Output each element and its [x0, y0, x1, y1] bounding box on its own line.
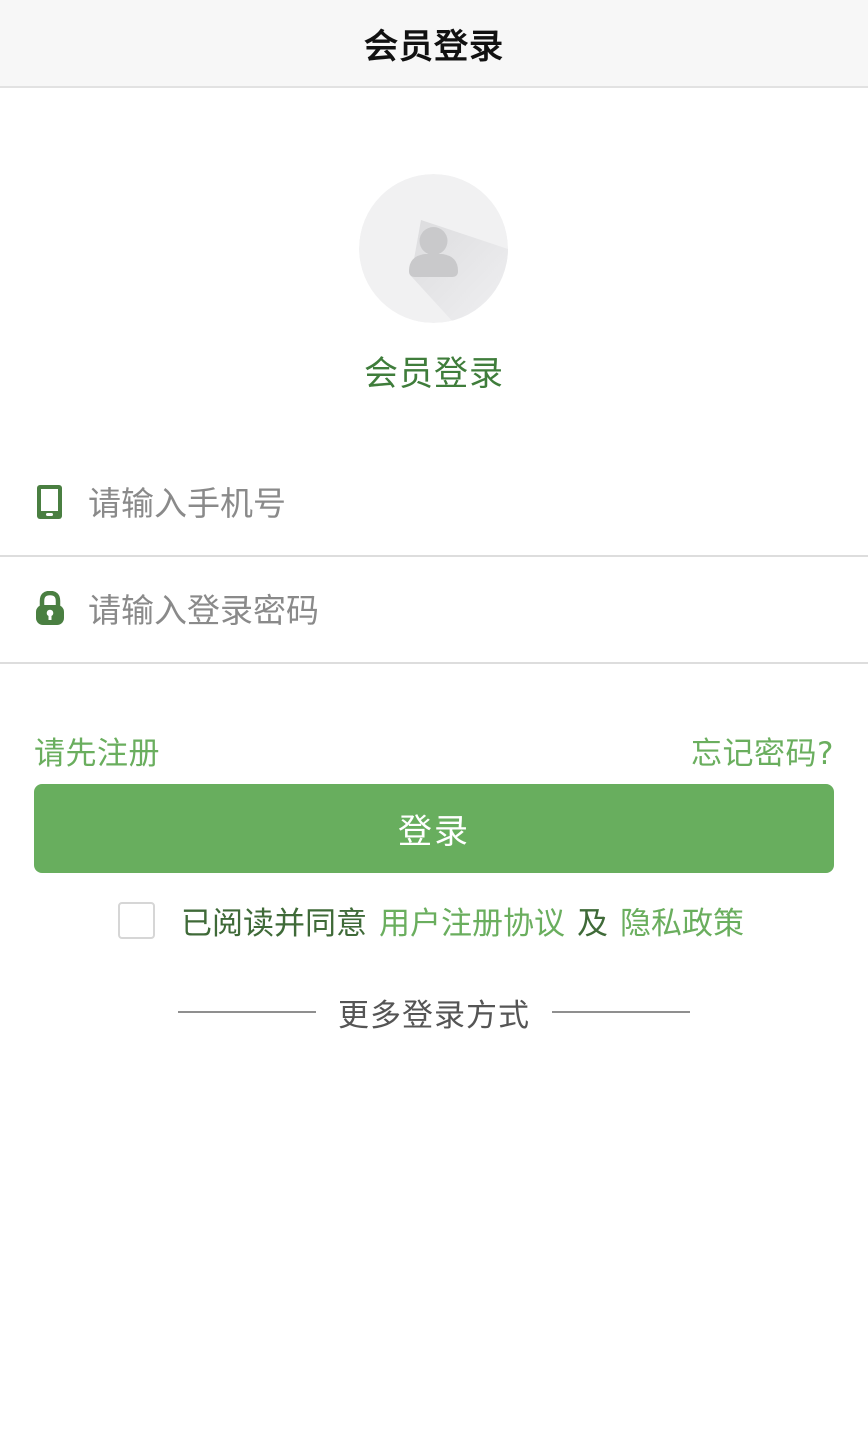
divider-line-left — [178, 1011, 316, 1013]
agreement-checkbox[interactable] — [118, 901, 155, 939]
privacy-policy-link[interactable]: 隐私政策 — [620, 898, 744, 943]
more-login-divider: 更多登录方式 — [0, 990, 868, 1034]
user-agreement-link[interactable]: 用户注册协议 — [379, 898, 565, 943]
phone-input[interactable] — [88, 451, 828, 555]
register-link[interactable]: 请先注册 — [34, 728, 160, 773]
agreement-and: 及 — [577, 905, 608, 942]
phone-field — [0, 451, 868, 557]
top-bar: 会员登录 — [0, 0, 868, 88]
login-button[interactable]: 登录 — [34, 784, 834, 873]
agreement-row: 已阅读并同意 用户注册协议 及 隐私政策 — [118, 898, 744, 942]
login-heading: 会员登录 — [364, 354, 504, 394]
lock-icon — [34, 590, 66, 627]
mobile-phone-icon — [34, 484, 66, 520]
forgot-password-link[interactable]: 忘记密码? — [691, 728, 834, 773]
user-avatar-icon — [359, 174, 508, 323]
divider-line-right — [552, 1011, 690, 1013]
page-title: 会员登录 — [364, 26, 504, 67]
password-input[interactable] — [88, 558, 828, 662]
agreement-prefix: 已阅读并同意 — [181, 905, 367, 942]
password-field — [0, 558, 868, 664]
more-login-label: 更多登录方式 — [338, 997, 530, 1034]
